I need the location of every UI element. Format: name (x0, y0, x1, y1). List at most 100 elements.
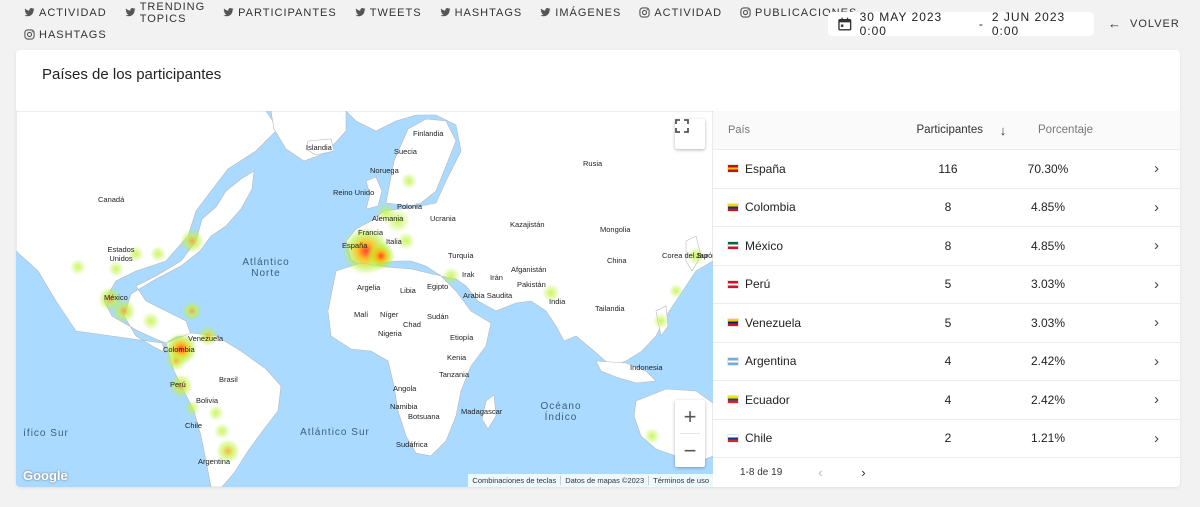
cell-percentage: 1.21% (1030, 431, 1066, 446)
map-label-níger: Níger (380, 310, 399, 319)
cell-percentage: 4.85% (1030, 200, 1066, 215)
chevron-right-icon[interactable]: › (1113, 430, 1173, 447)
flag-icon (728, 280, 738, 288)
map-label-kazajistán: Kazajistán (510, 220, 545, 229)
chevron-right-icon[interactable]: › (1113, 353, 1173, 370)
terms-link[interactable]: Términos de uso (648, 476, 713, 485)
map-label-sudán: Sudán (427, 312, 449, 321)
map-label-noruega: Noruega (370, 166, 399, 175)
back-label: VOLVER (1130, 17, 1180, 30)
chevron-right-icon[interactable]: › (1113, 237, 1173, 254)
flag-icon (728, 165, 738, 173)
date-start: 30 MAY 2023 0:00 (859, 10, 943, 38)
cell-country: Ecuador (713, 393, 913, 407)
table-row[interactable]: Ecuador 4 2.42% › (713, 380, 1180, 419)
table-row[interactable]: México 8 4.85% › (713, 226, 1180, 265)
table-row[interactable]: Colombia 8 4.85% › (713, 187, 1180, 227)
map-label-kenia: Kenia (447, 353, 467, 362)
countries-table: País Participantes ↓ Porcentaje España 11… (713, 111, 1180, 487)
header-country[interactable]: País (713, 124, 863, 136)
nav-item-trending-topics[interactable]: TRENDING TOPICS (125, 1, 205, 25)
cell-percentage: 4.85% (1030, 238, 1066, 253)
country-name: México (745, 238, 784, 253)
header-participants[interactable]: Participantes (863, 124, 983, 136)
next-page-button[interactable]: › (861, 465, 904, 480)
flag-icon (728, 396, 738, 404)
date-end: 2 JUN 2023 0:00 (991, 10, 1066, 38)
back-button[interactable]: ← VOLVER (1108, 16, 1180, 31)
chevron-right-icon[interactable]: › (1113, 160, 1173, 177)
map-label-perú: Perú (170, 380, 186, 389)
map-label-japón: Japón (696, 251, 713, 260)
table-row[interactable]: Perú 5 3.03% › (713, 264, 1180, 304)
nav-item-actividad[interactable]: ACTIVIDAD (24, 7, 107, 19)
sort-desc-icon[interactable]: ↓ (983, 123, 1023, 138)
chevron-right-icon[interactable]: › (1113, 199, 1173, 216)
prev-page-button[interactable]: ‹ (818, 465, 861, 480)
cell-participants: 5 (944, 315, 952, 330)
chevron-right-icon[interactable]: › (1113, 391, 1173, 408)
nav-item-hashtags[interactable]: HASHTAGS (24, 29, 107, 41)
header-percentage[interactable]: Porcentaje (1023, 124, 1093, 136)
map-label-botsuana: Botsuana (408, 412, 440, 421)
table-row[interactable]: España 116 70.30% › (713, 149, 1180, 188)
cell-participants: 5 (944, 277, 952, 292)
nav-item-label: HASHTAGS (454, 6, 523, 19)
date-separator: - (978, 17, 984, 31)
table-row[interactable]: Argentina 4 2.42% › (713, 341, 1180, 381)
table-row[interactable]: Venezuela 5 3.03% › (713, 303, 1180, 342)
map-label-irak: Irak (462, 270, 475, 279)
nav-item-label: IMÁGENES (555, 6, 622, 19)
zoom-out-button[interactable]: − (675, 434, 705, 467)
pagination-label: 1-8 de 19 (740, 467, 783, 478)
country-name: Perú (745, 277, 771, 292)
country-name: Ecuador (745, 392, 790, 407)
map-label-alemania: Alemania (372, 214, 404, 223)
nav-item-tweets[interactable]: TWEETS (355, 7, 422, 19)
cell-participants: 8 (944, 200, 952, 215)
map-label-brasil: Brasil (219, 375, 238, 384)
flag-icon (728, 242, 738, 250)
chevron-right-icon[interactable]: › (1113, 276, 1173, 293)
nav-item-actividad[interactable]: ACTIVIDAD (639, 7, 722, 19)
map-label-china: China (607, 256, 627, 265)
cell-participants: 8 (944, 238, 952, 253)
cell-country: Colombia (713, 200, 913, 214)
nav-row: HASHTAGS (24, 23, 814, 46)
arrow-left-icon: ← (1108, 16, 1122, 31)
nav-item-imágenes[interactable]: IMÁGENES (540, 7, 621, 19)
map-label-mongolia: Mongolia (600, 225, 631, 234)
map-label-nigeria: Nigeria (378, 329, 402, 338)
cell-country: Argentina (713, 354, 913, 368)
table-body: España 116 70.30% › Colombia 8 4.85% › México 8 4.… (713, 149, 1180, 457)
map-label-colombia: Colombia (163, 345, 195, 354)
cell-participants: 2 (944, 431, 952, 446)
world-map[interactable]: Islandia Finlandia Suecia Noruega Rusia Reino… (16, 111, 713, 487)
cell-participants: 116 (938, 161, 958, 176)
twitter-icon (125, 7, 136, 18)
instagram-icon (24, 29, 35, 40)
keyboard-shortcuts-link[interactable]: Combinaciones de teclas (468, 476, 560, 485)
date-range-picker[interactable]: 30 MAY 2023 0:00 - 2 JUN 2023 0:00 (828, 10, 1094, 38)
map-label-pakistán: Pakistán (517, 280, 546, 289)
card-title: Países de los participantes (42, 66, 222, 83)
zoom-in-button[interactable]: + (675, 400, 705, 433)
map-label-india: India (549, 297, 566, 306)
flag-icon (728, 434, 738, 442)
country-name: Argentina (745, 354, 797, 369)
map-label-españa: España (342, 241, 368, 250)
fullscreen-button[interactable] (675, 119, 705, 149)
country-name: Colombia (745, 200, 796, 215)
chevron-right-icon[interactable]: › (1113, 314, 1173, 331)
map-label-madagascar: Madagascar (461, 407, 503, 416)
map-label-italia: Italia (386, 237, 402, 246)
map-attribution: Combinaciones de teclas Datos de mapas ©… (468, 474, 713, 487)
nav-item-participantes[interactable]: PARTICIPANTES (223, 7, 337, 19)
map-label-etiopía: Etiopía (450, 333, 474, 342)
map-label-chile: Chile (185, 421, 203, 430)
cell-country: Venezuela (713, 316, 913, 330)
pager: ‹ › (818, 465, 904, 480)
map-label-turquía: Turquía (448, 251, 474, 260)
table-row[interactable]: Chile 2 1.21% › (713, 418, 1180, 458)
nav-item-hashtags[interactable]: HASHTAGS (440, 7, 523, 19)
